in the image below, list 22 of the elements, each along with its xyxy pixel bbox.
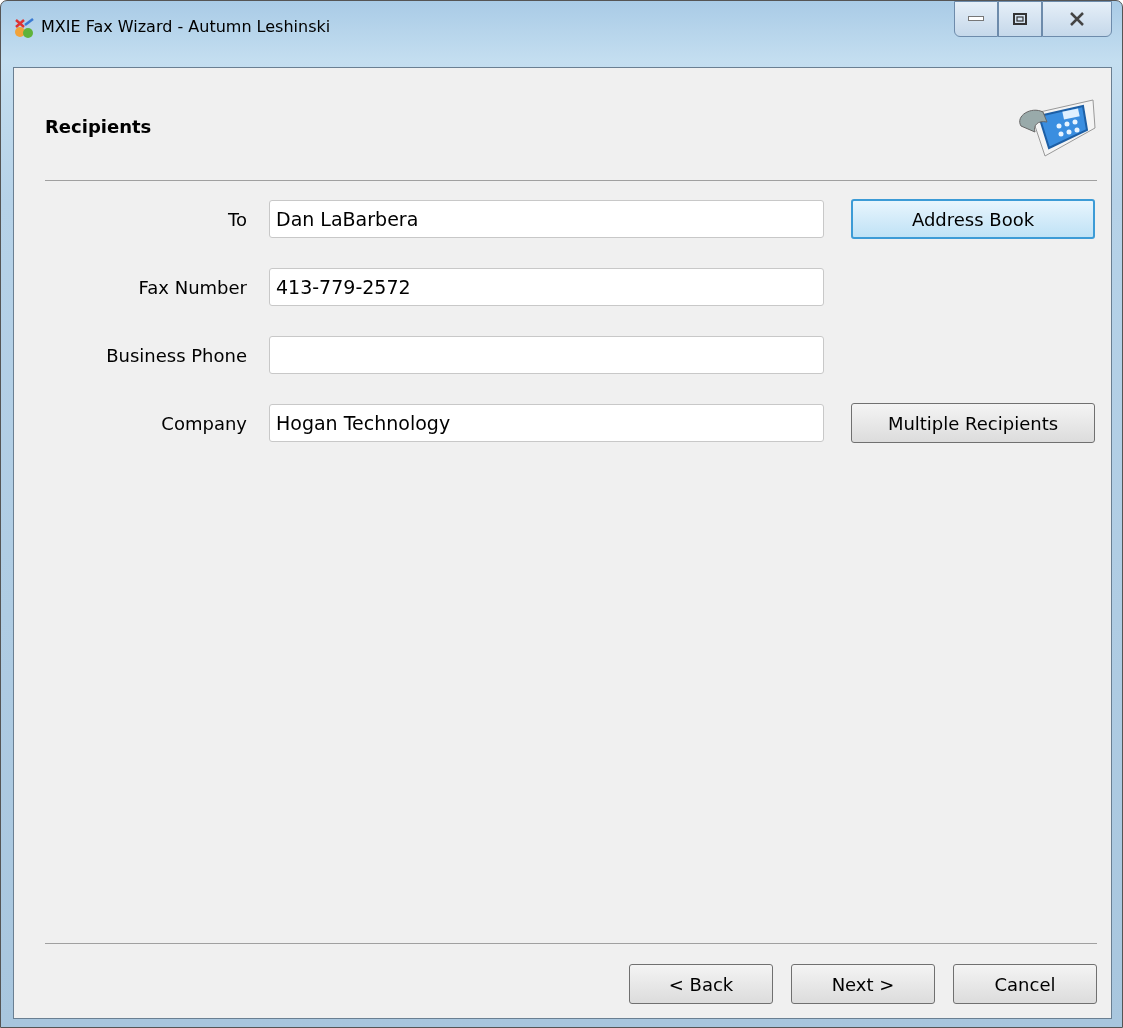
field-label: To	[227, 208, 247, 230]
maximize-button[interactable]	[998, 1, 1042, 37]
close-icon	[1069, 12, 1085, 26]
app-icon	[13, 17, 35, 39]
field-label: Business Phone	[105, 344, 247, 366]
close-button[interactable]	[1042, 1, 1112, 37]
side-button[interactable]: Address Book	[851, 199, 1095, 239]
minimize-button[interactable]	[954, 1, 998, 37]
window-title: MXIE Fax Wizard - Autumn Leshinski	[41, 17, 331, 36]
field-label: Fax Number	[137, 276, 247, 298]
field-label: Company	[160, 412, 247, 434]
input-field[interactable]: Dan LaBarbera	[269, 200, 824, 238]
nav-button[interactable]: Cancel	[953, 964, 1097, 1004]
input-field[interactable]: 413-779-2572	[269, 268, 824, 306]
page-title: Recipients	[45, 115, 152, 137]
nav-button[interactable]: Next >	[791, 964, 935, 1004]
nav-button[interactable]: < Back	[629, 964, 773, 1004]
maximize-icon	[1013, 13, 1027, 25]
input-field[interactable]	[269, 336, 824, 374]
minimize-icon	[968, 16, 984, 22]
side-button[interactable]: Multiple Recipients	[851, 403, 1095, 443]
input-field[interactable]: Hogan Technology	[269, 404, 824, 442]
